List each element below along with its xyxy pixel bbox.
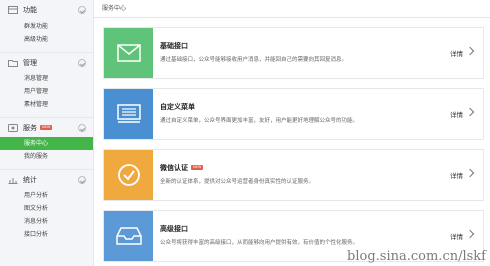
card-title-text: 微信认证 — [160, 164, 188, 172]
collapse-icon[interactable] — [78, 6, 86, 14]
new-badge: NEW — [40, 125, 53, 130]
sidebar: 功能 群发功能 高级功能 管理 消息管理 用户管理 素材管理 服务 NEW 服务… — [0, 0, 94, 266]
sidebar-item-user-analysis[interactable]: 用户分析 — [0, 189, 93, 202]
section-management[interactable]: 管理 — [0, 52, 93, 72]
sidebar-item-materials[interactable]: 素材管理 — [0, 98, 93, 111]
folder-icon — [8, 59, 18, 67]
section-services[interactable]: 服务 NEW — [0, 117, 93, 137]
collapse-icon[interactable] — [78, 124, 86, 132]
sidebar-item-article-analysis[interactable]: 图文分析 — [0, 202, 93, 215]
chevron-right-icon[interactable] — [465, 46, 475, 56]
section-statistics[interactable]: 统计 — [0, 169, 93, 189]
collapse-icon[interactable] — [78, 176, 86, 184]
sidebar-item-api-analysis[interactable]: 接口分析 — [0, 228, 93, 241]
service-card-custom-menu[interactable]: 自定义菜单 通过自定义菜单，公众号界面更加丰富，友好，用户能更好地理解公众号的功… — [103, 88, 484, 140]
page-title: 服务中心 — [94, 0, 490, 18]
section-title: 管理 — [23, 58, 37, 67]
chart-icon — [8, 177, 18, 184]
card-title: 基础接口 — [160, 42, 188, 50]
details-link[interactable]: 详情 — [450, 170, 463, 180]
section-title: 统计 — [23, 175, 37, 184]
card-description: 通过基础接口，公众号能够接收用户消息，并能回自己的需要向其回复消息。 — [160, 57, 348, 63]
sidebar-item-service-center[interactable]: 服务中心 — [0, 137, 93, 150]
chevron-right-icon[interactable] — [465, 168, 475, 178]
details-link[interactable]: 详情 — [450, 48, 463, 58]
card-title: 微信认证 NEW — [160, 163, 204, 173]
card-tile — [104, 89, 153, 139]
mail-icon — [116, 44, 141, 62]
sidebar-item-my-services[interactable]: 我的服务 — [0, 150, 93, 163]
service-card-basic-api[interactable]: 基础接口 通过基础接口，公众号能够接收用户消息，并能回自己的需要向其回复消息。 … — [103, 27, 484, 79]
section-functions[interactable]: 功能 — [0, 0, 93, 20]
card-tile — [104, 150, 153, 200]
sidebar-item-advanced[interactable]: 高级功能 — [0, 33, 93, 46]
new-badge: NEW — [191, 165, 204, 170]
details-link[interactable]: 详情 — [450, 231, 463, 241]
main-content: 服务中心 基础接口 通过基础接口，公众号能够接收用户消息，并能回自己的需要向其回… — [94, 0, 490, 266]
inbox-icon — [115, 227, 142, 245]
service-card-verification[interactable]: 微信认证 NEW 全新的认证体系，提供对公众号运营者身份真实性的认证服务。 详情 — [103, 149, 484, 201]
section-title: 功能 — [23, 6, 37, 14]
menu-icon — [116, 104, 141, 123]
sidebar-item-messages[interactable]: 消息管理 — [0, 72, 93, 85]
details-link[interactable]: 详情 — [450, 109, 463, 119]
grid-icon — [8, 6, 18, 14]
card-description: 全新的认证体系，提供对公众号运营者身份真实性的认证服务。 — [160, 179, 315, 185]
collapse-icon[interactable] — [78, 59, 86, 67]
card-title: 高级接口 — [160, 225, 188, 233]
check-icon — [117, 164, 140, 186]
card-title: 自定义菜单 — [160, 103, 195, 111]
sidebar-item-message-analysis[interactable]: 消息分析 — [0, 215, 93, 228]
chevron-right-icon[interactable] — [465, 229, 475, 239]
service-icon — [8, 123, 18, 132]
card-tile — [104, 28, 153, 78]
sidebar-item-mass-send[interactable]: 群发功能 — [0, 20, 93, 33]
card-description: 公众号将获得丰富的高级接口，从而能够向用户提供有效，有价值的个性化服务。 — [160, 240, 359, 246]
card-tile — [104, 211, 153, 261]
card-description: 通过自定义菜单，公众号界面更加丰富，友好，用户能更好地理解公众号的功能。 — [160, 118, 359, 124]
sidebar-item-users[interactable]: 用户管理 — [0, 85, 93, 98]
watermark: blog.sina.com.cn/lskf — [347, 249, 486, 264]
chevron-right-icon[interactable] — [465, 107, 475, 117]
section-title: 服务 — [23, 123, 37, 132]
